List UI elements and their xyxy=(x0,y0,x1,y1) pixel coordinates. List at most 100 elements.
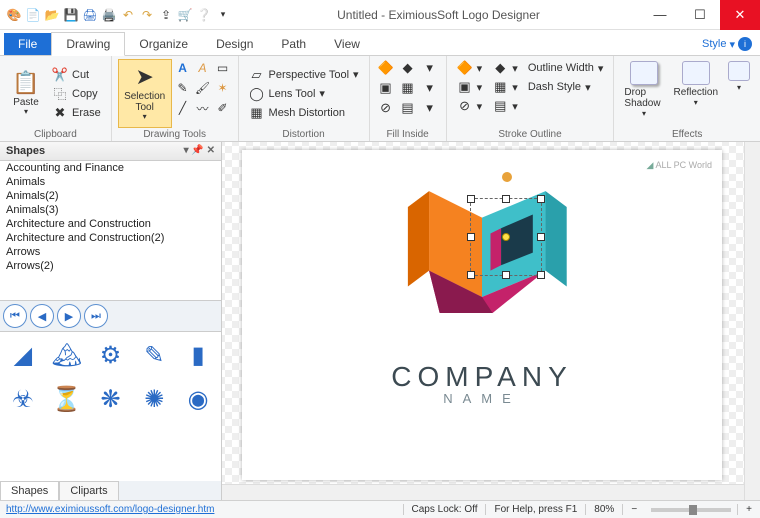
horizontal-scrollbar[interactable] xyxy=(222,484,744,500)
perspective-icon: ▱ xyxy=(249,67,265,83)
reflection-button[interactable]: Reflection▾ xyxy=(670,59,722,128)
stroke-color-2[interactable]: ▣▾ ▦▾ Dash Style ▾ xyxy=(453,78,608,96)
shape-tool[interactable]: ▭ xyxy=(214,59,232,77)
redo-icon[interactable]: ↷ xyxy=(139,7,155,23)
paste-button[interactable]: 📋 Paste ▾ xyxy=(6,59,46,128)
clipart-item[interactable]: ◉ xyxy=(177,378,219,420)
help-icon[interactable]: ❔ xyxy=(196,7,212,23)
fill-gradient[interactable]: ▣ xyxy=(376,79,396,97)
copy-button[interactable]: ⿻Copy xyxy=(48,85,105,103)
fill-color-1[interactable]: 🔶 xyxy=(376,59,396,77)
style-dropdown[interactable]: Style ▾ i xyxy=(694,33,760,55)
minimize-button[interactable]: — xyxy=(640,0,680,30)
cart-icon[interactable]: 🛒 xyxy=(177,7,193,23)
list-item[interactable]: Arrows(2) xyxy=(0,259,221,273)
logo-object[interactable] xyxy=(372,170,592,353)
art-text-tool[interactable]: A xyxy=(194,59,212,77)
zoom-out-button[interactable]: − xyxy=(622,504,645,515)
close-button[interactable]: ✕ xyxy=(720,0,760,30)
open-icon[interactable]: 📂 xyxy=(44,7,60,23)
mesh-button[interactable]: ▦Mesh Distortion xyxy=(245,104,363,122)
group-distortion: ▱Perspective Tool ▾ ◯Lens Tool ▾ ▦Mesh D… xyxy=(239,56,370,141)
print-icon[interactable]: 🖨️ xyxy=(101,7,117,23)
perspective-button[interactable]: ▱Perspective Tool ▾ xyxy=(245,66,363,84)
list-item[interactable]: Animals(2) xyxy=(0,189,221,203)
clipart-item[interactable]: ❋ xyxy=(90,378,132,420)
clipart-item[interactable]: ✺ xyxy=(133,378,175,420)
drop-shadow-button[interactable]: Drop Shadow▾ xyxy=(620,59,667,128)
zoom-slider[interactable] xyxy=(651,508,731,512)
new-icon[interactable]: 📄 xyxy=(25,7,41,23)
clipart-item[interactable]: ▮ xyxy=(177,334,219,376)
tab-organize[interactable]: Organize xyxy=(125,33,202,55)
maximize-button[interactable]: ☐ xyxy=(680,0,720,30)
brush-tool[interactable]: 🖌 xyxy=(194,79,212,97)
clipart-item[interactable]: ◢ xyxy=(2,334,44,376)
tab-design[interactable]: Design xyxy=(202,33,267,55)
tab-cliparts[interactable]: Cliparts xyxy=(59,481,118,500)
mesh-icon: ▦ xyxy=(249,105,265,121)
paste-icon: 📋 xyxy=(12,71,39,95)
clipart-item[interactable]: ✎ xyxy=(133,334,175,376)
selection-box[interactable] xyxy=(470,198,542,276)
stroke-none[interactable]: ⊘▾ ▤▾ xyxy=(453,97,608,115)
node-tool[interactable]: ✶ xyxy=(214,79,232,97)
undo-icon[interactable]: ↶ xyxy=(120,7,136,23)
tab-path[interactable]: Path xyxy=(267,33,320,55)
curve-tool[interactable]: 〰 xyxy=(194,99,212,117)
prev-page-icon[interactable]: ◀ xyxy=(30,304,54,328)
erase-button[interactable]: ✖Erase xyxy=(48,104,105,122)
clipart-item[interactable]: ⏳ xyxy=(46,378,88,420)
list-item[interactable]: Animals xyxy=(0,175,221,189)
logo-name-text[interactable]: NAME xyxy=(443,391,521,406)
save-icon[interactable]: 💾 xyxy=(63,7,79,23)
fill-more[interactable]: ▾ xyxy=(420,79,440,97)
zoom-in-button[interactable]: + xyxy=(737,504,760,515)
freehand-tool[interactable]: ✐ xyxy=(214,99,232,117)
last-page-icon[interactable]: ⏭ xyxy=(84,304,108,328)
canvas-area[interactable]: ◢ ALL PC World xyxy=(222,142,760,500)
lens-button[interactable]: ◯Lens Tool ▾ xyxy=(245,85,363,103)
clipart-item[interactable]: ☣ xyxy=(2,378,44,420)
tab-view[interactable]: View xyxy=(320,33,374,55)
window-buttons: — ☐ ✕ xyxy=(640,0,760,30)
fill-color-3[interactable]: ▾ xyxy=(420,59,440,77)
list-item[interactable]: Animals(3) xyxy=(0,203,221,217)
tab-shapes[interactable]: Shapes xyxy=(0,481,59,500)
list-item[interactable]: Architecture and Construction xyxy=(0,217,221,231)
file-tab[interactable]: File xyxy=(4,33,51,55)
clipart-item[interactable]: ⚙ xyxy=(90,334,132,376)
qat-dropdown-icon[interactable]: ▾ xyxy=(215,7,231,23)
first-page-icon[interactable]: ⏮ xyxy=(3,304,27,328)
list-item[interactable]: Accounting and Finance xyxy=(0,161,221,175)
shapes-category-list[interactable]: Accounting and Finance Animals Animals(2… xyxy=(0,161,221,301)
fill-drop[interactable]: ▾ xyxy=(420,99,440,117)
panel-pin-icon[interactable]: ▾ 📌 ✕ xyxy=(184,145,215,157)
line-tool[interactable]: ╱ xyxy=(174,99,192,117)
pen-tool[interactable]: ✎ xyxy=(174,79,192,97)
status-link[interactable]: http://www.eximioussoft.com/logo-designe… xyxy=(0,504,220,515)
text-tool[interactable]: A xyxy=(174,59,192,77)
list-item[interactable]: Architecture and Construction(2) xyxy=(0,231,221,245)
canvas-page[interactable]: ◢ ALL PC World xyxy=(242,150,722,480)
stroke-color-1[interactable]: 🔶▾ ◆▾ Outline Width ▾ xyxy=(453,59,608,77)
fill-pattern[interactable]: ▦ xyxy=(398,79,418,97)
fill-texture[interactable]: ▤ xyxy=(398,99,418,117)
fill-color-2[interactable]: ◆ xyxy=(398,59,418,77)
cut-button[interactable]: ✂️Cut xyxy=(48,66,105,84)
save-as-icon[interactable]: 🖨 xyxy=(82,7,98,23)
vertical-scrollbar[interactable] xyxy=(744,142,760,500)
selection-tool-button[interactable]: ➤ Selection Tool ▾ xyxy=(118,59,172,128)
rotation-handle[interactable] xyxy=(502,172,512,182)
list-item[interactable]: Arrows xyxy=(0,245,221,259)
watermark: ◢ ALL PC World xyxy=(647,160,712,171)
tab-drawing[interactable]: Drawing xyxy=(51,32,125,56)
statusbar: http://www.eximioussoft.com/logo-designe… xyxy=(0,500,760,518)
export-icon[interactable]: ⇪ xyxy=(158,7,174,23)
next-page-icon[interactable]: ▶ xyxy=(57,304,81,328)
group-stroke: 🔶▾ ◆▾ Outline Width ▾ ▣▾ ▦▾ Dash Style ▾… xyxy=(447,56,615,141)
logo-company-text[interactable]: COMPANY xyxy=(391,361,573,393)
effect-extra-button[interactable]: ▾ xyxy=(724,59,754,128)
fill-none[interactable]: ⊘ xyxy=(376,99,396,117)
clipart-item[interactable]: 🏔 xyxy=(46,334,88,376)
